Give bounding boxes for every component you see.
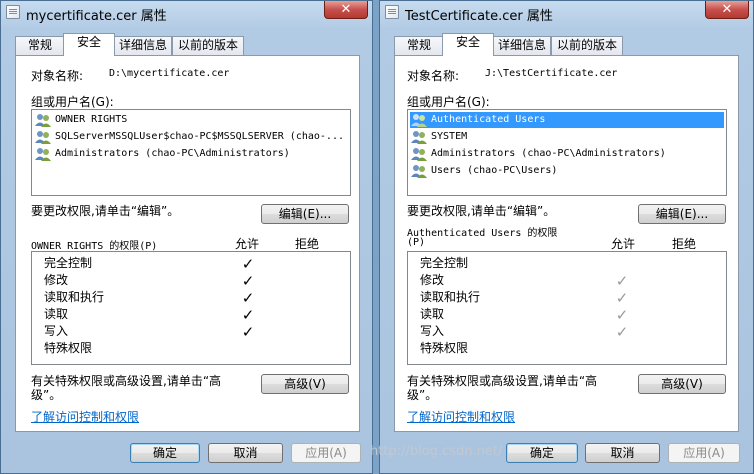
- learn-access-control-link[interactable]: 了解访问控制和权限: [31, 408, 139, 425]
- principal-name: OWNER RIGHTS: [55, 114, 128, 125]
- users-icon: [411, 130, 427, 144]
- object-name-label: 对象名称:: [407, 69, 460, 83]
- ok-button[interactable]: 确定: [130, 443, 200, 463]
- tab-security[interactable]: 安全: [63, 33, 115, 56]
- users-icon: [411, 113, 427, 127]
- permissions-list: 完全控制 ✓ 修改 ✓ 读取和执行 ✓ 读取 ✓ 写入 ✓ 特殊权限: [31, 251, 351, 365]
- tab-general[interactable]: 常规: [15, 36, 65, 55]
- cancel-button[interactable]: 取消: [208, 443, 283, 463]
- allow-check-icon: ✓: [241, 255, 255, 273]
- advanced-hint-cont: 级”。: [407, 388, 438, 402]
- tab-details[interactable]: 详细信息: [114, 36, 172, 55]
- allow-check-icon: ✓: [241, 323, 255, 341]
- advanced-button[interactable]: 高级(V): [638, 374, 726, 394]
- window-title: mycertificate.cer 属性: [26, 9, 167, 24]
- allow-check-icon: ✓: [615, 289, 629, 307]
- object-name-value: D:\mycertificate.cer: [109, 68, 230, 79]
- allow-check-icon: ✓: [615, 323, 629, 341]
- principal-list[interactable]: Authenticated Users SYSTEM Administrator…: [407, 109, 727, 196]
- permissions-list: 完全控制 修改 ✓ 读取和执行 ✓ 读取 ✓ 写入 ✓ 特殊权限: [407, 251, 727, 365]
- permission-name: 特殊权限: [44, 341, 93, 355]
- document-icon: [385, 5, 399, 19]
- principal-name: Administrators (chao-PC\Administrators): [431, 148, 666, 159]
- close-button[interactable]: ✕: [705, 1, 749, 19]
- principal-name: Administrators (chao-PC\Administrators): [55, 148, 290, 159]
- security-panel: 对象名称: J:\TestCertificate.cer 组或用户名(G): A…: [394, 55, 739, 432]
- group-user-label: 组或用户名(G):: [407, 95, 490, 109]
- users-icon: [35, 147, 51, 161]
- edit-button[interactable]: 编辑(E)...: [261, 204, 349, 224]
- permissions-title-suffix: (P): [407, 237, 426, 248]
- permission-name: 完全控制: [44, 256, 93, 270]
- deny-header: 拒绝: [295, 237, 320, 251]
- tab-previous-versions[interactable]: 以前的版本: [172, 36, 244, 55]
- allow-header: 允许: [235, 237, 260, 251]
- permission-name: 写入: [44, 324, 69, 338]
- properties-dialog-right: TestCertificate.cer 属性 ✕ 常规 安全 详细信息 以前的版…: [379, 0, 754, 474]
- permission-name: 写入: [420, 324, 445, 338]
- properties-dialog-left: mycertificate.cer 属性 ✕ 常规 安全 详细信息 以前的版本 …: [0, 0, 373, 474]
- permissions-title: Authenticated Users 的权限: [407, 228, 558, 239]
- allow-check-icon: ✓: [241, 306, 255, 324]
- permission-name: 特殊权限: [420, 341, 469, 355]
- title-bar[interactable]: mycertificate.cer 属性 ✕: [1, 1, 372, 25]
- object-name-label: 对象名称:: [31, 69, 84, 83]
- title-bar[interactable]: TestCertificate.cer 属性 ✕: [380, 1, 753, 25]
- security-panel: 对象名称: D:\mycertificate.cer 组或用户名(G): OWN…: [15, 55, 360, 432]
- permission-name: 修改: [44, 273, 69, 287]
- object-name-value: J:\TestCertificate.cer: [485, 68, 618, 79]
- group-user-label: 组或用户名(G):: [31, 95, 114, 109]
- permission-name: 读取和执行: [420, 290, 481, 304]
- deny-header: 拒绝: [672, 237, 697, 251]
- permission-name: 修改: [420, 273, 445, 287]
- principal-name: Users (chao-PC\Users): [431, 165, 558, 176]
- principal-name: SQLServerMSSQLUser$chao-PC$MSSQLSERVER (…: [55, 131, 344, 142]
- close-button[interactable]: ✕: [324, 1, 368, 19]
- principal-list[interactable]: OWNER RIGHTS SQLServerMSSQLUser$chao-PC$…: [31, 109, 351, 196]
- allow-check-icon: ✓: [241, 289, 255, 307]
- users-icon: [411, 147, 427, 161]
- permission-name: 读取: [420, 307, 445, 321]
- allow-header: 允许: [611, 237, 636, 251]
- change-permissions-hint: 要更改权限,请单击“编辑”。: [31, 204, 180, 218]
- tab-general[interactable]: 常规: [394, 36, 444, 55]
- watermark: http://blog.csdn.net/: [370, 444, 503, 459]
- document-icon: [6, 5, 20, 19]
- cancel-button[interactable]: 取消: [585, 443, 660, 463]
- edit-button[interactable]: 编辑(E)...: [638, 204, 726, 224]
- ok-button[interactable]: 确定: [506, 443, 578, 463]
- advanced-hint-cont: 级”。: [31, 388, 62, 402]
- users-icon: [35, 130, 51, 144]
- advanced-button[interactable]: 高级(V): [261, 374, 349, 394]
- users-icon: [411, 164, 427, 178]
- permissions-title: OWNER RIGHTS 的权限(P): [31, 241, 158, 252]
- tab-details[interactable]: 详细信息: [493, 36, 551, 55]
- apply-button[interactable]: 应用(A): [668, 443, 740, 463]
- principal-name: SYSTEM: [431, 131, 468, 142]
- users-icon: [35, 113, 51, 127]
- change-permissions-hint: 要更改权限,请单击“编辑”。: [407, 204, 556, 218]
- permission-name: 完全控制: [420, 256, 469, 270]
- permission-name: 读取: [44, 307, 69, 321]
- list-item[interactable]: Authenticated Users: [410, 112, 724, 128]
- apply-button[interactable]: 应用(A): [291, 443, 361, 463]
- tab-previous-versions[interactable]: 以前的版本: [551, 36, 623, 55]
- window-title: TestCertificate.cer 属性: [405, 9, 553, 24]
- tab-security[interactable]: 安全: [442, 33, 494, 56]
- allow-check-icon: ✓: [615, 272, 629, 290]
- principal-name: Authenticated Users: [431, 114, 546, 125]
- allow-check-icon: ✓: [615, 306, 629, 324]
- permission-name: 读取和执行: [44, 290, 105, 304]
- allow-check-icon: ✓: [241, 272, 255, 290]
- learn-access-control-link[interactable]: 了解访问控制和权限: [407, 408, 515, 425]
